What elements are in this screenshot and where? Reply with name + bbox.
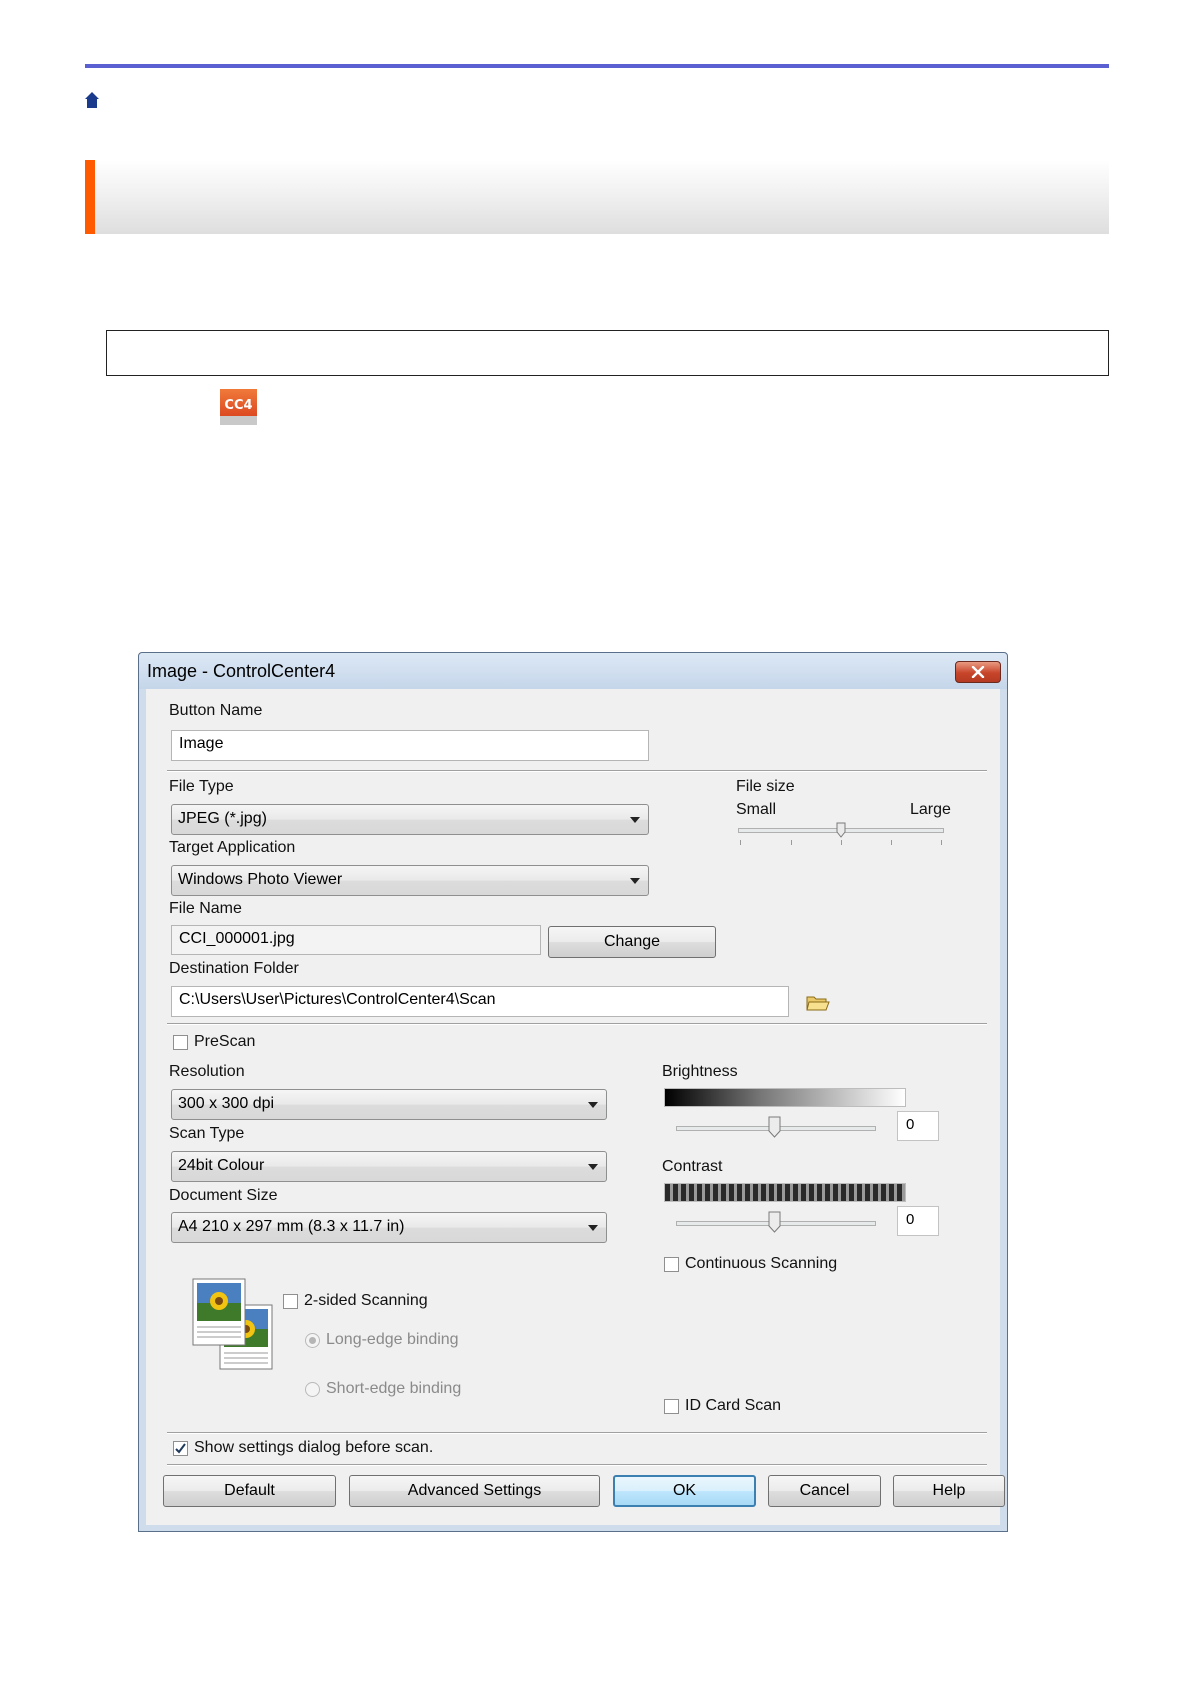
chevron-down-icon — [588, 1225, 598, 1231]
continuous-scanning-checkbox[interactable] — [664, 1257, 679, 1272]
svg-text:CC4: CC4 — [224, 398, 252, 413]
dialog-body: Button Name Image File Type JPEG (*.jpg)… — [146, 689, 1005, 1525]
contrast-pattern — [664, 1183, 906, 1202]
slider-tick — [841, 840, 842, 845]
button-name-input[interactable]: Image — [171, 730, 649, 761]
slider-tick — [941, 840, 942, 845]
file-size-label: File size — [736, 778, 795, 795]
id-card-scan-label: ID Card Scan — [685, 1397, 782, 1414]
section-heading-bar — [85, 160, 1109, 234]
brightness-slider-thumb[interactable] — [768, 1116, 781, 1138]
note-box — [106, 330, 1109, 376]
help-button[interactable]: Help — [893, 1475, 1005, 1507]
target-app-label: Target Application — [169, 839, 296, 856]
two-sided-scanning-checkbox[interactable] — [283, 1294, 298, 1309]
page-top-rule — [85, 64, 1109, 68]
target-app-select[interactable]: Windows Photo Viewer — [171, 865, 649, 896]
advanced-settings-button[interactable]: Advanced Settings — [349, 1475, 600, 1507]
doc-size-label: Document Size — [169, 1187, 278, 1204]
close-button[interactable] — [955, 661, 1001, 683]
close-icon — [971, 666, 985, 678]
default-button[interactable]: Default — [163, 1475, 336, 1507]
brightness-gradient — [664, 1088, 906, 1107]
show-settings-label: Show settings dialog before scan. — [194, 1439, 434, 1456]
slider-tick — [740, 840, 741, 845]
button-name-label: Button Name — [169, 702, 263, 719]
long-edge-label: Long-edge binding — [326, 1331, 459, 1348]
id-card-scan-checkbox[interactable] — [664, 1399, 679, 1414]
contrast-label: Contrast — [662, 1158, 723, 1175]
two-sided-scanning-label: 2-sided Scanning — [304, 1292, 428, 1309]
slider-tick — [891, 840, 892, 845]
prescan-checkbox[interactable] — [173, 1035, 188, 1050]
dest-folder-label: Destination Folder — [169, 960, 299, 977]
separator — [167, 1023, 987, 1025]
brightness-label: Brightness — [662, 1063, 738, 1080]
scan-type-value: 24bit Colour — [178, 1157, 265, 1174]
file-size-small-label: Small — [736, 801, 777, 818]
short-edge-radio[interactable] — [305, 1382, 320, 1397]
chevron-down-icon — [588, 1164, 598, 1170]
resolution-select[interactable]: 300 x 300 dpi — [171, 1089, 607, 1120]
dialog-title: Image - ControlCenter4 — [147, 661, 336, 681]
doc-size-value: A4 210 x 297 mm (8.3 x 11.7 in) — [178, 1218, 405, 1235]
cancel-button[interactable]: Cancel — [768, 1475, 881, 1507]
dialog-title-bar[interactable]: Image - ControlCenter4 — [139, 653, 1007, 689]
contrast-value-field[interactable]: 0 — [897, 1206, 939, 1236]
short-edge-label: Short-edge binding — [326, 1380, 462, 1397]
chevron-down-icon — [630, 817, 640, 823]
resolution-value: 300 x 300 dpi — [178, 1095, 275, 1112]
scan-type-label: Scan Type — [169, 1125, 245, 1142]
chevron-down-icon — [630, 878, 640, 884]
separator — [167, 770, 987, 772]
doc-size-select[interactable]: A4 210 x 297 mm (8.3 x 11.7 in) — [171, 1212, 607, 1243]
slider-tick — [791, 840, 792, 845]
controlcenter4-icon[interactable]: CC4 — [220, 389, 257, 425]
separator — [167, 1432, 987, 1434]
target-app-value: Windows Photo Viewer — [178, 871, 343, 888]
checkmark-icon — [175, 1443, 186, 1454]
file-name-label: File Name — [169, 900, 242, 917]
long-edge-radio[interactable] — [305, 1333, 320, 1348]
file-size-large-label: Large — [910, 801, 951, 818]
change-button[interactable]: Change — [548, 926, 716, 958]
file-size-slider-thumb[interactable] — [836, 822, 846, 838]
dest-folder-input[interactable]: C:\Users\User\Pictures\ControlCenter4\Sc… — [171, 986, 789, 1017]
separator — [167, 1464, 987, 1466]
show-settings-checkbox[interactable] — [173, 1441, 188, 1456]
file-type-label: File Type — [169, 778, 234, 795]
browse-folder-icon[interactable] — [806, 993, 830, 1013]
heading-accent — [85, 160, 95, 234]
home-icon[interactable] — [85, 92, 99, 108]
file-type-value: JPEG (*.jpg) — [178, 810, 267, 827]
contrast-slider-thumb[interactable] — [768, 1211, 781, 1233]
file-name-field: CCI_000001.jpg — [171, 925, 541, 955]
chevron-down-icon — [588, 1102, 598, 1108]
duplex-pages-illustration — [192, 1278, 273, 1370]
resolution-label: Resolution — [169, 1063, 245, 1080]
continuous-scanning-label: Continuous Scanning — [685, 1255, 838, 1272]
brightness-value-field[interactable]: 0 — [897, 1111, 939, 1141]
controlcenter4-dialog: Image - ControlCenter4 Button Name Image… — [138, 652, 1008, 1532]
ok-button[interactable]: OK — [613, 1475, 756, 1507]
file-type-select[interactable]: JPEG (*.jpg) — [171, 804, 649, 835]
prescan-label: PreScan — [194, 1033, 256, 1050]
scan-type-select[interactable]: 24bit Colour — [171, 1151, 607, 1182]
